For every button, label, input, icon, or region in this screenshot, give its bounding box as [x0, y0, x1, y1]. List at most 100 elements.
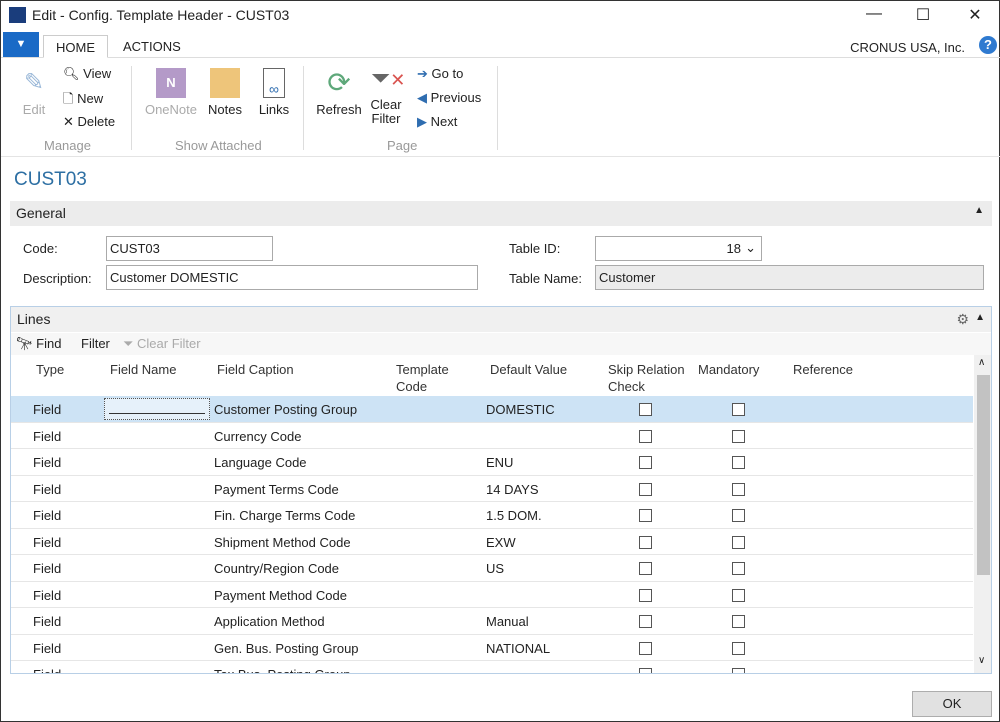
- skip-relation-checkbox[interactable]: [639, 535, 652, 549]
- table-row[interactable]: Field Shipment Method Code EXW: [11, 529, 973, 555]
- table-id-field[interactable]: 18 ⌄: [595, 236, 762, 261]
- notes-button[interactable]: Notes: [207, 68, 243, 117]
- description-field[interactable]: Customer DOMESTIC: [106, 265, 478, 290]
- caption-cell[interactable]: Currency Code: [214, 429, 301, 444]
- skip-relation-checkbox[interactable]: [639, 482, 652, 496]
- skip-relation-checkbox[interactable]: [639, 562, 652, 575]
- new-button[interactable]: 🗋 New: [63, 90, 103, 112]
- default-value-cell[interactable]: 14 DAYS: [486, 482, 539, 497]
- type-cell[interactable]: Field: [33, 561, 61, 576]
- caption-cell[interactable]: Payment Terms Code: [214, 482, 339, 497]
- skip-relation-checkbox[interactable]: [639, 668, 652, 673]
- skip-relation-checkbox[interactable]: [639, 456, 652, 469]
- type-cell[interactable]: Field: [33, 588, 61, 603]
- vertical-scrollbar[interactable]: ∧ ∨: [974, 355, 991, 673]
- mandatory-checkbox[interactable]: [732, 668, 745, 673]
- caption-cell[interactable]: Tax Bus. Posting Group: [214, 667, 351, 673]
- type-cell[interactable]: Field: [33, 429, 61, 444]
- skip-relation-checkbox[interactable]: [639, 429, 652, 443]
- mandatory-checkbox[interactable]: [732, 403, 745, 416]
- collapse-icon[interactable]: ▲: [974, 205, 984, 216]
- column-header[interactable]: Skip Relation Check: [608, 361, 685, 395]
- next-button[interactable]: ▶ Next: [417, 114, 457, 130]
- edit-button[interactable]: ✎ Edit: [17, 68, 51, 117]
- column-header[interactable]: Mandatory: [698, 361, 759, 378]
- find-button[interactable]: 🔭︎ Find: [16, 336, 61, 352]
- type-cell[interactable]: Field: [33, 667, 61, 673]
- table-row[interactable]: Field Fin. Charge Terms Code 1.5 DOM.: [11, 502, 973, 529]
- skip-relation-checkbox[interactable]: [639, 509, 652, 522]
- column-header[interactable]: Field Caption: [217, 361, 294, 378]
- table-row[interactable]: Field Payment Terms Code 14 DAYS: [11, 476, 973, 502]
- close-button[interactable]: ✕: [960, 5, 990, 25]
- app-menu-button[interactable]: ▼: [3, 32, 39, 57]
- default-value-cell[interactable]: DOMESTIC: [486, 402, 555, 417]
- column-header[interactable]: Template Code: [396, 361, 449, 395]
- caption-cell[interactable]: Language Code: [214, 455, 307, 470]
- table-row[interactable]: Field Application Method Manual: [11, 608, 973, 635]
- caption-cell[interactable]: Gen. Bus. Posting Group: [214, 641, 359, 656]
- default-value-cell[interactable]: EXW: [486, 535, 516, 550]
- mandatory-checkbox[interactable]: [732, 482, 745, 496]
- default-value-cell[interactable]: US: [486, 561, 504, 576]
- default-value-cell[interactable]: 1.5 DOM.: [486, 508, 542, 523]
- type-cell[interactable]: Field: [33, 535, 61, 550]
- table-row[interactable]: Field Gen. Bus. Posting Group NATIONAL: [11, 635, 973, 661]
- filter-button[interactable]: Filter: [81, 336, 110, 351]
- tab-actions[interactable]: ACTIONS: [111, 35, 193, 58]
- caption-cell[interactable]: Application Method: [214, 614, 325, 629]
- onenote-button[interactable]: N OneNote: [143, 68, 199, 117]
- settings-icon[interactable]: ⚙: [956, 311, 969, 328]
- view-button[interactable]: 🔍︎ View: [63, 66, 111, 82]
- type-cell[interactable]: Field: [33, 641, 61, 656]
- mandatory-checkbox[interactable]: [732, 562, 745, 575]
- maximize-button[interactable]: ☐: [908, 5, 938, 25]
- caption-cell[interactable]: Country/Region Code: [214, 561, 339, 576]
- mandatory-checkbox[interactable]: [732, 641, 745, 655]
- collapse-icon[interactable]: ▲: [975, 312, 985, 323]
- column-header[interactable]: Default Value: [490, 361, 567, 378]
- type-cell[interactable]: Field: [33, 508, 61, 523]
- caption-cell[interactable]: Customer Posting Group: [214, 402, 357, 417]
- default-value-cell[interactable]: ENU: [486, 455, 513, 470]
- table-row[interactable]: Field Language Code ENU: [11, 449, 973, 476]
- scrollbar-thumb[interactable]: [977, 375, 990, 575]
- column-header[interactable]: Reference: [793, 361, 853, 378]
- type-cell[interactable]: Field: [33, 455, 61, 470]
- table-row[interactable]: Field Tax Bus. Posting Group: [11, 661, 973, 673]
- previous-button[interactable]: ◀ Previous: [417, 90, 481, 106]
- clear-filter-lines-button[interactable]: ⏷ Clear Filter: [123, 336, 201, 352]
- table-row[interactable]: Field Customer Posting Group DOMESTIC: [11, 396, 973, 423]
- caption-cell[interactable]: Fin. Charge Terms Code: [214, 508, 355, 523]
- tab-home[interactable]: HOME: [43, 35, 108, 58]
- chevron-down-icon[interactable]: ⌄: [745, 240, 756, 256]
- caption-cell[interactable]: Payment Method Code: [214, 588, 347, 603]
- caption-cell[interactable]: Shipment Method Code: [214, 535, 351, 550]
- type-cell[interactable]: Field: [33, 482, 61, 497]
- clear-filter-button[interactable]: ⏷✕ Clear Filter: [369, 64, 405, 126]
- mandatory-checkbox[interactable]: [732, 535, 745, 549]
- table-row[interactable]: Field Currency Code: [11, 423, 973, 449]
- scroll-down-icon[interactable]: ∨: [978, 655, 985, 666]
- default-value-cell[interactable]: NATIONAL: [486, 641, 550, 656]
- mandatory-checkbox[interactable]: [732, 429, 745, 443]
- type-cell[interactable]: Field: [33, 614, 61, 629]
- table-row[interactable]: Field Payment Method Code: [11, 582, 973, 608]
- goto-button[interactable]: ➔ Go to: [417, 66, 463, 82]
- ok-button[interactable]: OK: [912, 691, 992, 717]
- scroll-up-icon[interactable]: ∧: [978, 357, 985, 368]
- field-name-input[interactable]: [104, 398, 210, 420]
- mandatory-checkbox[interactable]: [732, 615, 745, 628]
- skip-relation-checkbox[interactable]: [639, 588, 652, 602]
- mandatory-checkbox[interactable]: [732, 509, 745, 522]
- default-value-cell[interactable]: Manual: [486, 614, 529, 629]
- delete-button[interactable]: ✕ Delete: [63, 114, 115, 130]
- skip-relation-checkbox[interactable]: [639, 615, 652, 628]
- column-header[interactable]: Field Name: [110, 361, 176, 378]
- skip-relation-checkbox[interactable]: [639, 641, 652, 655]
- links-button[interactable]: ∞ Links: [257, 68, 291, 117]
- column-header[interactable]: Type: [36, 361, 64, 378]
- code-field[interactable]: CUST03: [106, 236, 273, 261]
- skip-relation-checkbox[interactable]: [639, 403, 652, 416]
- help-icon[interactable]: ?: [979, 36, 997, 54]
